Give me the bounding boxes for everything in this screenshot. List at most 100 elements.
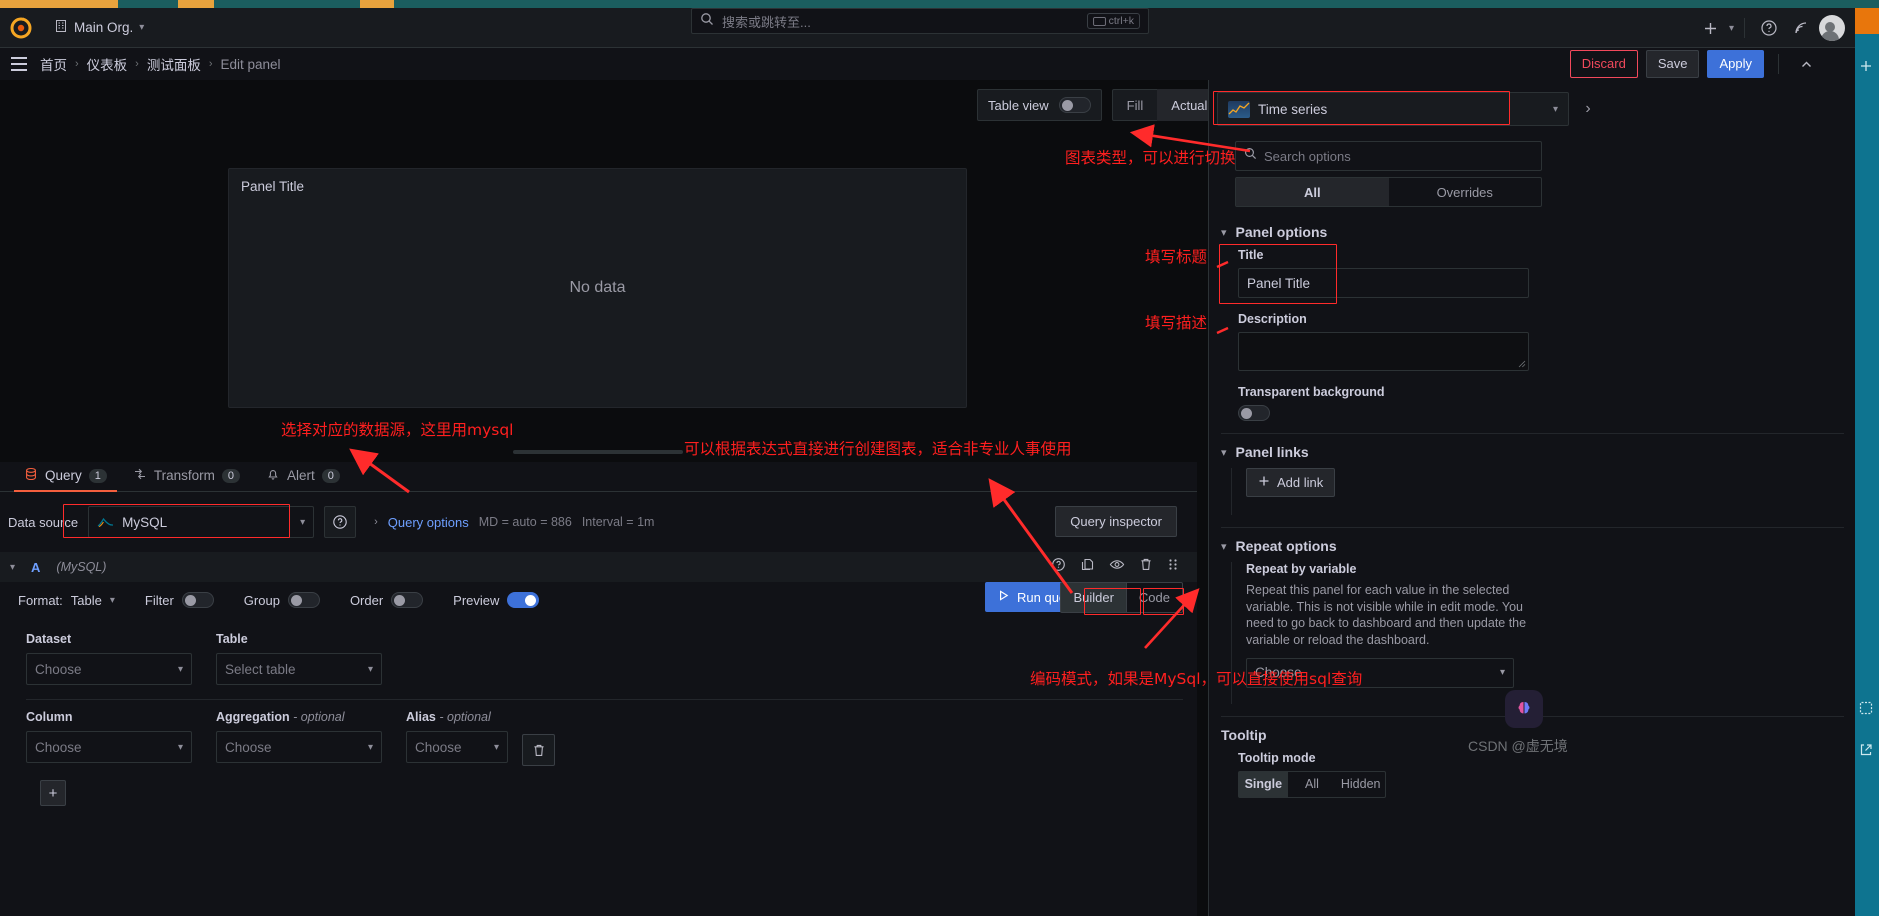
chevron-down-icon: ▾ xyxy=(1499,667,1505,678)
breadcrumb-item-dashboard[interactable]: 测试面板 xyxy=(147,54,201,74)
plus-icon[interactable] xyxy=(1697,14,1725,42)
group-control: Group xyxy=(244,592,320,608)
alias-field: Alias - optional Choose ▾ xyxy=(406,710,522,763)
visualization-picker[interactable]: Time series ▾ xyxy=(1217,92,1569,126)
query-inspector-button[interactable]: Query inspector xyxy=(1055,506,1177,537)
tooltip-mode-single[interactable]: Single xyxy=(1239,771,1288,797)
query-options-toggle[interactable]: › Query options MD = auto = 886 Interval… xyxy=(374,515,654,530)
rss-icon[interactable] xyxy=(1787,14,1815,42)
add-link-button[interactable]: Add link xyxy=(1246,468,1336,497)
browser-collections-icon[interactable] xyxy=(1858,700,1876,716)
chevron-down-icon[interactable]: ▾ xyxy=(1729,23,1734,34)
fill-actual-group: Fill Actual xyxy=(1111,89,1223,121)
order-toggle[interactable] xyxy=(391,592,424,608)
query-row-actions xyxy=(1051,552,1179,582)
query-options-label: Query options xyxy=(387,514,469,530)
apply-button[interactable]: Apply xyxy=(1707,50,1764,78)
avatar[interactable] xyxy=(1819,15,1845,41)
section-repeat-options[interactable]: ▾ Repeat options xyxy=(1209,528,1856,562)
collapse-chevron-up-icon[interactable] xyxy=(1793,51,1819,77)
pane-splitter-handle[interactable] xyxy=(513,450,683,454)
aggregation-select[interactable]: Choose ▾ xyxy=(216,731,382,763)
tab-query[interactable]: Query 1 xyxy=(14,463,117,492)
org-picker[interactable]: Main Org. ▾ xyxy=(48,15,150,40)
global-search-input[interactable]: 搜索或跳转至... ctrl+k xyxy=(691,8,1149,34)
alias-select[interactable]: Choose ▾ xyxy=(406,731,508,763)
tab-alert[interactable]: Alert 0 xyxy=(256,463,350,491)
table-view-toggle[interactable] xyxy=(1058,97,1091,113)
viz-suggestions-chevron-right-icon[interactable]: › xyxy=(1575,92,1601,126)
dataset-value: Choose xyxy=(35,661,82,677)
tab-overrides[interactable]: Overrides xyxy=(1389,178,1542,206)
section-panel-options[interactable]: ▾ Panel options xyxy=(1209,214,1856,248)
group-toggle[interactable] xyxy=(287,592,320,608)
panel-links-label: Panel links xyxy=(1235,444,1309,460)
annotation-title: 填写标题 xyxy=(1145,248,1208,266)
aggregation-field: Aggregation - optional Choose ▾ xyxy=(216,710,406,763)
tab-transform[interactable]: Transform 0 xyxy=(123,463,250,491)
breadcrumb-item-dashboards[interactable]: 仪表板 xyxy=(87,54,128,74)
question-circle-icon[interactable] xyxy=(1755,14,1783,42)
preview-label: Preview xyxy=(453,592,500,608)
chevron-down-icon: ▾ xyxy=(300,516,306,528)
title-input[interactable]: Panel Title xyxy=(1238,268,1529,298)
description-textarea[interactable] xyxy=(1238,332,1529,371)
breadcrumb-bar: 首页 › 仪表板 › 测试面板 › Edit panel Discard Sav… xyxy=(0,48,1855,80)
ai-assistant-icon[interactable] xyxy=(1505,690,1543,728)
datasource-help-icon[interactable] xyxy=(324,506,357,538)
browser-new-tab-icon[interactable] xyxy=(1858,58,1876,74)
preview-toggle[interactable] xyxy=(507,592,540,608)
tooltip-mode-hidden[interactable]: Hidden xyxy=(1336,772,1385,797)
tooltip-mode-all[interactable]: All xyxy=(1288,772,1337,797)
time-series-thumbnail-icon xyxy=(1228,100,1250,118)
visualization-name: Time series xyxy=(1258,101,1328,117)
datasource-picker[interactable]: MySQL ▾ xyxy=(88,506,315,538)
browser-extension-icon[interactable] xyxy=(1855,8,1879,34)
tab-alert-label: Alert xyxy=(287,468,315,483)
os-taskbar-strip xyxy=(0,0,1879,8)
fill-option[interactable]: Fill xyxy=(1113,89,1158,121)
chevron-right-icon: › xyxy=(374,516,378,528)
table-select[interactable]: Select table ▾ xyxy=(216,653,382,685)
save-button[interactable]: Save xyxy=(1645,50,1700,78)
group-label: Group xyxy=(243,592,280,608)
hide-query-eye-icon[interactable] xyxy=(1109,557,1125,577)
builder-button[interactable]: Builder xyxy=(1060,582,1127,613)
grafana-logo-icon[interactable] xyxy=(8,15,34,41)
trash-icon[interactable] xyxy=(522,734,555,766)
chevron-down-icon: ▾ xyxy=(1221,446,1227,459)
delete-query-icon[interactable] xyxy=(1139,557,1153,577)
duplicate-query-icon[interactable] xyxy=(1080,557,1095,577)
section-panel-links[interactable]: ▾ Panel links xyxy=(1209,434,1856,468)
chevron-down-icon: ▾ xyxy=(177,741,183,753)
panel-options-label: Panel options xyxy=(1235,224,1328,240)
breadcrumb-item-home[interactable]: 首页 xyxy=(40,54,67,74)
code-button[interactable]: Code xyxy=(1126,582,1183,613)
collapse-query-row-icon[interactable]: ▾ xyxy=(10,562,15,573)
transparent-background-toggle[interactable] xyxy=(1238,405,1270,421)
column-select[interactable]: Choose ▾ xyxy=(26,731,192,763)
filter-toggle[interactable] xyxy=(181,592,214,608)
add-column-button[interactable]: + xyxy=(40,780,66,806)
drag-handle-icon[interactable] xyxy=(1167,557,1179,577)
browser-share-icon[interactable] xyxy=(1858,742,1876,758)
os-window-tab-1 xyxy=(0,0,118,8)
tab-all[interactable]: All xyxy=(1236,178,1389,206)
column-value: Choose xyxy=(35,739,82,755)
format-select[interactable]: Table ▾ xyxy=(71,593,115,608)
datasource-row: Data source MySQL ▾ › Query options MD =… xyxy=(0,500,1197,544)
repeat-variable-select[interactable]: Choose ▾ xyxy=(1246,657,1514,688)
dataset-select[interactable]: Choose ▾ xyxy=(26,653,192,685)
tab-transform-label: Transform xyxy=(153,468,215,483)
annotation-datasource: 选择对应的数据源，这里用mysql xyxy=(281,421,514,439)
options-search-input[interactable]: Search options xyxy=(1235,141,1542,171)
discard-button[interactable]: Discard xyxy=(1569,50,1638,78)
panel-preview[interactable]: Panel Title No data xyxy=(228,168,967,408)
query-help-icon[interactable] xyxy=(1051,557,1066,577)
chevron-down-icon: ▾ xyxy=(1221,226,1227,239)
menu-toggle-icon[interactable] xyxy=(6,51,32,77)
filter-control: Filter xyxy=(145,592,214,608)
table-view-label: Table view xyxy=(987,97,1049,113)
search-shortcut-label: ctrl+k xyxy=(1108,15,1134,27)
query-ref-id[interactable]: A xyxy=(31,560,40,575)
